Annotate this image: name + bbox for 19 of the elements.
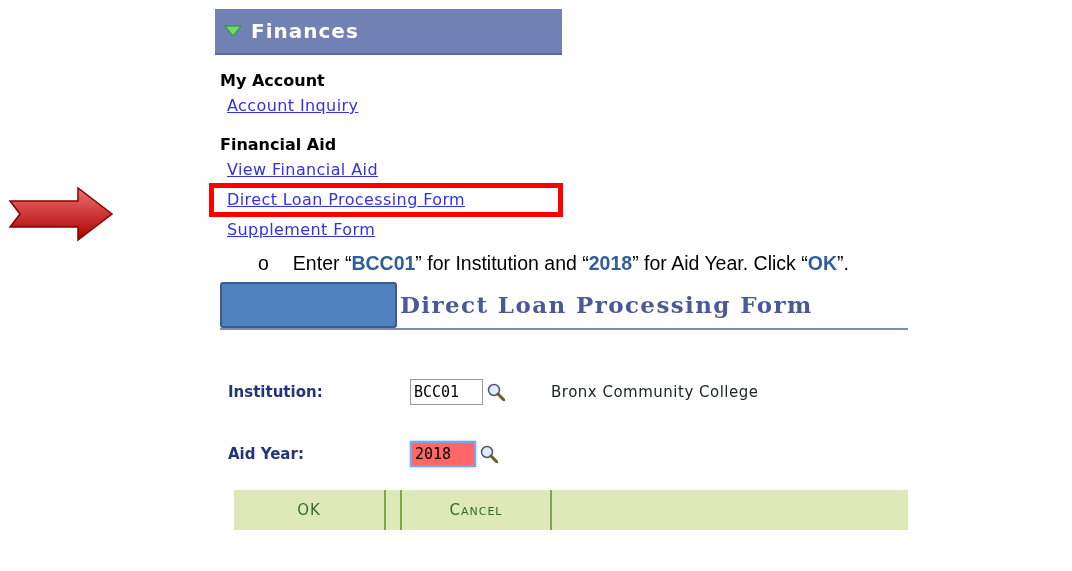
menu-link[interactable]: View Financial Aid [227, 158, 378, 182]
field-label: Institution: [228, 382, 324, 403]
search-icon[interactable] [480, 445, 498, 464]
arrow-icon [8, 186, 114, 242]
search-icon[interactable] [487, 383, 505, 402]
input-field[interactable]: BCC01 [410, 379, 483, 406]
group-heading: My Account [220, 70, 326, 92]
menu-link[interactable]: Account Inquiry [227, 94, 359, 118]
menu-link[interactable]: Supplement Form [227, 218, 376, 242]
group-heading: Financial Aid [220, 134, 338, 156]
field-description: Bronx Community College [551, 382, 759, 403]
bullet: o [258, 251, 269, 276]
menu-header[interactable]: Finances [215, 9, 562, 55]
menu-link[interactable]: Direct Loan Processing Form [227, 188, 466, 212]
form-title: Direct Loan Processing Form [399, 289, 813, 320]
menu-title: Finances [251, 18, 359, 45]
field-label: Aid Year: [228, 444, 305, 465]
instruction-text: Enter “BCC01” for Institution and “2018” for Aid Year. Click “OK”. [292, 251, 849, 276]
input-field[interactable]: 2018 [410, 441, 476, 468]
